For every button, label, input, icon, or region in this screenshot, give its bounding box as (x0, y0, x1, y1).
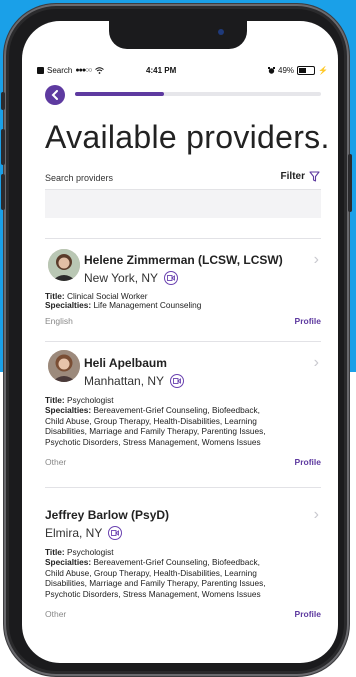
volume-down-button (1, 174, 5, 210)
volume-up-button (1, 129, 5, 165)
back-button[interactable] (45, 85, 65, 105)
mute-switch (1, 92, 5, 110)
avatar (48, 350, 80, 382)
provider-name[interactable]: Jeffrey Barlow (PsyD) (45, 508, 169, 522)
chevron-left-icon (51, 90, 58, 100)
filter-label: Filter (280, 171, 305, 182)
provider-language: Other (45, 609, 67, 619)
search-label: Search providers (45, 173, 114, 183)
battery-percent: 49% (278, 66, 295, 75)
signal-icon: ●●●○○ (75, 67, 92, 74)
profile-link[interactable]: Profile (295, 609, 321, 619)
provider-name[interactable]: Heli Apelbaum (84, 356, 167, 370)
location-text: New York, NY (84, 271, 159, 285)
page-title: Available providers. (45, 119, 330, 155)
power-button (348, 154, 352, 212)
provider-specialties: Specialties: Bereavement-Grief Counselin… (45, 405, 266, 447)
charging-icon: ⚡ (318, 66, 328, 75)
front-camera (218, 29, 224, 35)
provider-title: Title: Psychologist (45, 395, 114, 405)
provider-location: Manhattan, NY (84, 374, 185, 388)
profile-link[interactable]: Profile (295, 316, 321, 326)
search-input[interactable] (45, 189, 321, 218)
divider (45, 341, 321, 342)
chevron-right-icon[interactable]: › (314, 354, 319, 372)
clock: 4:41 PM (146, 66, 177, 75)
battery-icon (297, 66, 316, 75)
filter-button[interactable]: Filter (281, 171, 320, 182)
provider-specialties: Specialties: Bereavement-Grief Counselin… (45, 557, 266, 599)
location-text: Manhattan, NY (84, 374, 165, 388)
video-icon (108, 526, 123, 540)
divider (45, 238, 321, 239)
chevron-right-icon[interactable]: › (314, 251, 319, 269)
divider (45, 487, 321, 488)
location-text: Elmira, NY (45, 526, 103, 540)
wifi-icon (94, 67, 104, 74)
filter-icon (309, 171, 320, 182)
provider-location: Elmira, NY (45, 526, 123, 540)
progress-fill (75, 92, 164, 96)
video-icon (170, 374, 185, 388)
avatar (48, 249, 80, 281)
provider-language: English (45, 316, 73, 326)
provider-name[interactable]: Helene Zimmerman (LCSW, LCSW) (84, 253, 283, 267)
provider-location: New York, NY (84, 271, 179, 285)
chevron-right-icon[interactable]: › (314, 506, 319, 524)
alarm-icon (268, 67, 276, 74)
status-bar: Search ●●●○○ 4:41 PM 49% ⚡ (22, 66, 338, 80)
carrier-label: Search (47, 66, 73, 75)
phone-frame: Search ●●●○○ 4:41 PM 49% ⚡ Available pro… (1, 4, 352, 676)
provider-specialties: Specialties: Life Management Counseling (45, 300, 202, 310)
provider-title: Title: Psychologist (45, 547, 114, 557)
back-to-app-icon[interactable] (37, 67, 44, 74)
profile-link[interactable]: Profile (295, 457, 321, 467)
phone-screen: Search ●●●○○ 4:41 PM 49% ⚡ Available pro… (22, 21, 338, 663)
progress-bar (75, 92, 321, 96)
provider-language: Other (45, 457, 67, 467)
video-icon (164, 271, 179, 285)
notch (109, 21, 247, 49)
